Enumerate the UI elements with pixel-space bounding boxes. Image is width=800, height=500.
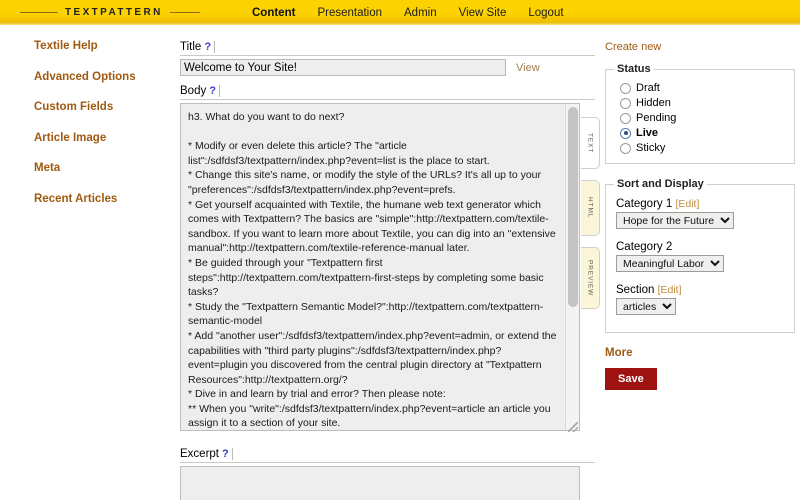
- status-option-live-label: Live: [636, 127, 658, 139]
- body-resize-grip[interactable]: [568, 422, 578, 432]
- status-option-hidden[interactable]: Hidden: [620, 97, 786, 109]
- section-select[interactable]: articles: [616, 298, 676, 315]
- body-wrap: h3. What do you want to do next? * Modif…: [180, 103, 580, 434]
- status-legend: Status: [614, 63, 654, 75]
- tab-preview-label: PREVIEW: [587, 260, 594, 296]
- excerpt-textarea[interactable]: [180, 466, 580, 500]
- category1-select[interactable]: Hope for the Future: [616, 212, 734, 229]
- tab-html[interactable]: HTML: [581, 180, 600, 236]
- title-help-icon[interactable]: ?: [204, 41, 215, 53]
- excerpt-label-text: Excerpt: [180, 448, 219, 460]
- nav-item-admin[interactable]: Admin: [404, 7, 437, 19]
- title-label-text: Title: [180, 41, 201, 53]
- create-new-link[interactable]: Create new: [605, 41, 795, 53]
- body-label: Body?: [180, 85, 595, 100]
- app-header: TEXTPATTERN Content Presentation Admin V…: [0, 0, 800, 25]
- brand-rule-right: [170, 12, 200, 13]
- status-fieldset: Status Draft Hidden Pending Live Sticky: [605, 63, 795, 164]
- category1-label: Category 1 [Edit]: [616, 198, 786, 210]
- article-options-panel: Create new Status Draft Hidden Pending L…: [605, 41, 795, 390]
- article-form: Title? View Body? h3. What do you want t…: [180, 41, 595, 500]
- sidebar-item-meta[interactable]: Meta: [0, 163, 175, 175]
- sidebar-item-custom-fields[interactable]: Custom Fields: [0, 102, 175, 114]
- category2-select[interactable]: Meaningful Labor: [616, 255, 724, 272]
- title-input[interactable]: [180, 59, 506, 76]
- brand-logo: TEXTPATTERN: [20, 0, 200, 25]
- radio-hidden-icon[interactable]: [620, 98, 631, 109]
- body-block: Body? h3. What do you want to do next? *…: [180, 85, 595, 434]
- body-label-text: Body: [180, 85, 206, 97]
- title-row: View: [180, 59, 595, 76]
- body-scrollbar-thumb[interactable]: [568, 107, 578, 307]
- view-article-link[interactable]: View: [516, 62, 540, 74]
- category2-label: Category 2: [616, 241, 786, 253]
- nav-item-presentation[interactable]: Presentation: [317, 7, 382, 19]
- radio-sticky-icon[interactable]: [620, 143, 631, 154]
- section-edit-link[interactable]: [Edit]: [658, 284, 682, 296]
- excerpt-help-icon[interactable]: ?: [222, 448, 233, 460]
- excerpt-block: Excerpt?: [180, 448, 595, 500]
- brand-text: TEXTPATTERN: [65, 7, 163, 18]
- sidebar-item-advanced-options[interactable]: Advanced Options: [0, 72, 175, 84]
- tab-text-label: TEXT: [587, 133, 594, 153]
- sort-and-display-fieldset: Sort and Display Category 1 [Edit] Hope …: [605, 178, 795, 333]
- radio-pending-icon[interactable]: [620, 113, 631, 124]
- save-button[interactable]: Save: [605, 368, 657, 390]
- status-option-draft-label: Draft: [636, 82, 660, 94]
- body-textarea[interactable]: h3. What do you want to do next? * Modif…: [180, 103, 580, 431]
- brand-rule-left: [20, 12, 58, 13]
- body-help-icon[interactable]: ?: [209, 85, 220, 97]
- sort-and-display-legend: Sort and Display: [614, 178, 707, 190]
- status-option-sticky[interactable]: Sticky: [620, 142, 786, 154]
- radio-live-icon[interactable]: [620, 128, 631, 139]
- status-option-pending-label: Pending: [636, 112, 676, 124]
- category1-label-text: Category 1: [616, 198, 672, 210]
- status-option-live[interactable]: Live: [620, 127, 786, 139]
- sidebar-item-recent-articles[interactable]: Recent Articles: [0, 194, 175, 206]
- category1-edit-link[interactable]: [Edit]: [675, 198, 699, 210]
- section-label: Section [Edit]: [616, 284, 786, 296]
- nav-item-view-site[interactable]: View Site: [459, 7, 507, 19]
- nav-item-logout[interactable]: Logout: [528, 7, 563, 19]
- more-label: More: [605, 347, 795, 359]
- excerpt-label: Excerpt?: [180, 448, 595, 463]
- status-option-pending[interactable]: Pending: [620, 112, 786, 124]
- tab-preview[interactable]: PREVIEW: [581, 247, 600, 309]
- body-scrollbar[interactable]: [565, 104, 579, 430]
- category2-label-text: Category 2: [616, 241, 672, 253]
- title-label: Title?: [180, 41, 595, 56]
- tab-text[interactable]: TEXT: [581, 117, 600, 169]
- nav-item-content[interactable]: Content: [252, 7, 295, 19]
- sidebar: Textile Help Advanced Options Custom Fie…: [0, 41, 175, 224]
- status-option-sticky-label: Sticky: [636, 142, 665, 154]
- radio-draft-icon[interactable]: [620, 83, 631, 94]
- body-view-tabs: TEXT HTML PREVIEW: [581, 117, 601, 320]
- status-option-draft[interactable]: Draft: [620, 82, 786, 94]
- sidebar-item-article-image[interactable]: Article Image: [0, 133, 175, 145]
- section-label-text: Section: [616, 284, 654, 296]
- status-option-hidden-label: Hidden: [636, 97, 671, 109]
- tab-html-label: HTML: [587, 197, 594, 218]
- page-body: Textile Help Advanced Options Custom Fie…: [0, 25, 800, 500]
- sidebar-item-textile-help[interactable]: Textile Help: [0, 41, 175, 53]
- main-navigation: Content Presentation Admin View Site Log…: [252, 0, 564, 25]
